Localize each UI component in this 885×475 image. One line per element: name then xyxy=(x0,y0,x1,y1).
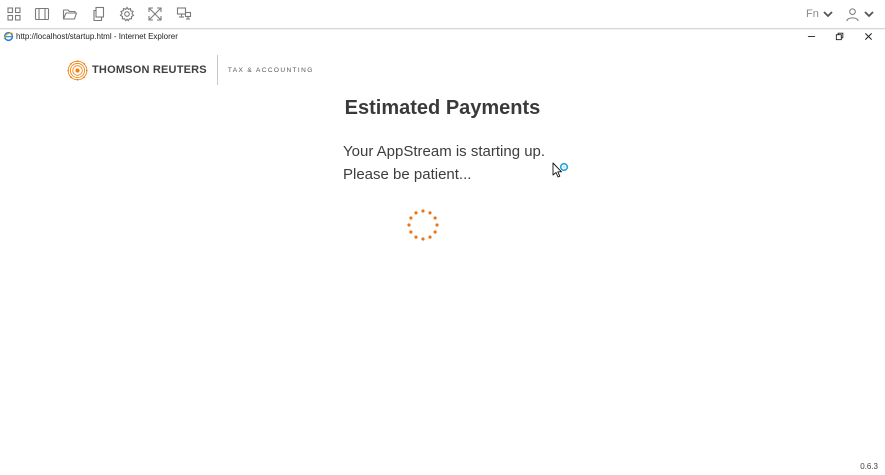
restore-button[interactable] xyxy=(831,30,847,42)
spinner-dot xyxy=(428,211,432,215)
multiple-displays-button[interactable] xyxy=(174,5,194,23)
restore-icon xyxy=(835,32,843,40)
chevron-down-icon xyxy=(864,11,874,18)
page-title: Estimated Payments xyxy=(344,97,541,119)
keyboard-functions-menu[interactable]: Fn xyxy=(806,5,834,23)
clipboard-button[interactable] xyxy=(89,5,109,23)
close-button[interactable] xyxy=(860,30,876,42)
logo-division-name: TAX & ACCOUNTING xyxy=(227,66,314,74)
internet-explorer-icon xyxy=(3,31,14,42)
spinner-dot xyxy=(433,216,437,220)
user-icon xyxy=(846,7,859,21)
multiple-displays-icon xyxy=(176,7,192,20)
spinner-dot xyxy=(407,223,411,227)
appstream-session: Fn http://localhost/startup.html - Inter… xyxy=(0,0,885,475)
spinner-dot xyxy=(414,211,418,215)
catalog-icon xyxy=(7,7,21,21)
busy-cursor-icon xyxy=(552,162,569,178)
clipboard-icon xyxy=(93,6,105,22)
window-title: http://localhost/startup.html - Internet… xyxy=(16,32,178,41)
logo-company-name: THOMSON REUTERS xyxy=(92,64,207,76)
version-label: 0.6.3 xyxy=(860,462,878,471)
fullscreen-button[interactable] xyxy=(145,5,165,23)
appstream-toolbar: Fn xyxy=(0,0,885,29)
settings-button[interactable] xyxy=(117,5,137,23)
minimize-button[interactable] xyxy=(803,30,819,42)
user-menu[interactable] xyxy=(845,5,875,23)
settings-icon xyxy=(119,6,135,22)
loading-spinner-icon xyxy=(407,209,439,241)
spinner-dot xyxy=(433,230,437,234)
spinner-dot xyxy=(409,216,413,220)
browser-title-bar: http://localhost/startup.html - Internet… xyxy=(0,30,885,44)
startup-message-line2: Please be patient... xyxy=(343,166,472,183)
spinner-dot xyxy=(409,230,413,234)
logo-divider xyxy=(216,55,218,85)
fullscreen-icon xyxy=(148,7,162,21)
spinner-dot xyxy=(421,209,425,213)
folder-icon xyxy=(62,9,78,20)
chevron-down-icon xyxy=(823,11,833,18)
thomson-reuters-logo-mark-icon xyxy=(67,59,88,81)
spinner-dot xyxy=(428,235,432,239)
thomson-reuters-logo: THOMSON REUTERS TAX & ACCOUNTING xyxy=(67,55,314,85)
catalog-button[interactable] xyxy=(4,5,24,23)
spinner-dot xyxy=(435,223,439,227)
desktop-view-button[interactable] xyxy=(32,5,52,23)
desktop-view-icon xyxy=(34,7,50,21)
close-icon xyxy=(864,32,872,40)
startup-message-line1: Your AppStream is starting up. xyxy=(343,143,546,160)
my-files-button[interactable] xyxy=(60,5,80,23)
function-keys-label: Fn xyxy=(806,8,819,20)
minimize-icon xyxy=(807,35,815,37)
spinner-dot xyxy=(421,237,425,241)
spinner-dot xyxy=(414,235,418,239)
